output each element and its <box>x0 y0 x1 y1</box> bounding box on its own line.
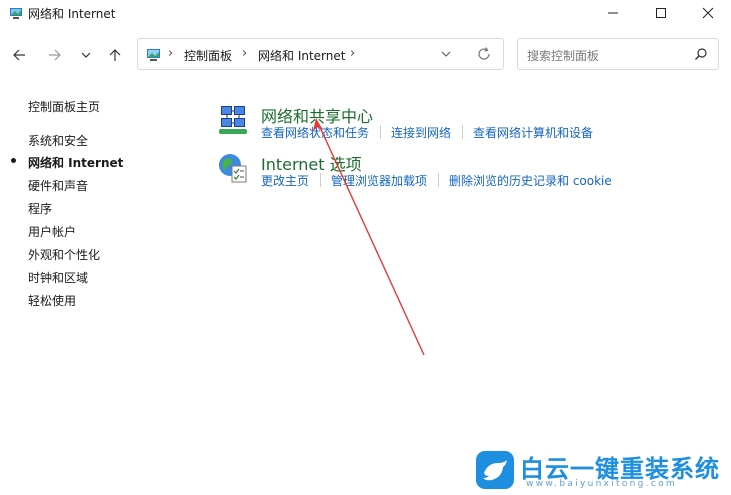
annotation-arrow <box>313 118 425 356</box>
bird-logo-icon <box>476 451 514 489</box>
watermark: 白云一键重装系统 www.baiyunxitong.com <box>476 448 726 493</box>
watermark-url: www.baiyunxitong.com <box>526 479 677 489</box>
